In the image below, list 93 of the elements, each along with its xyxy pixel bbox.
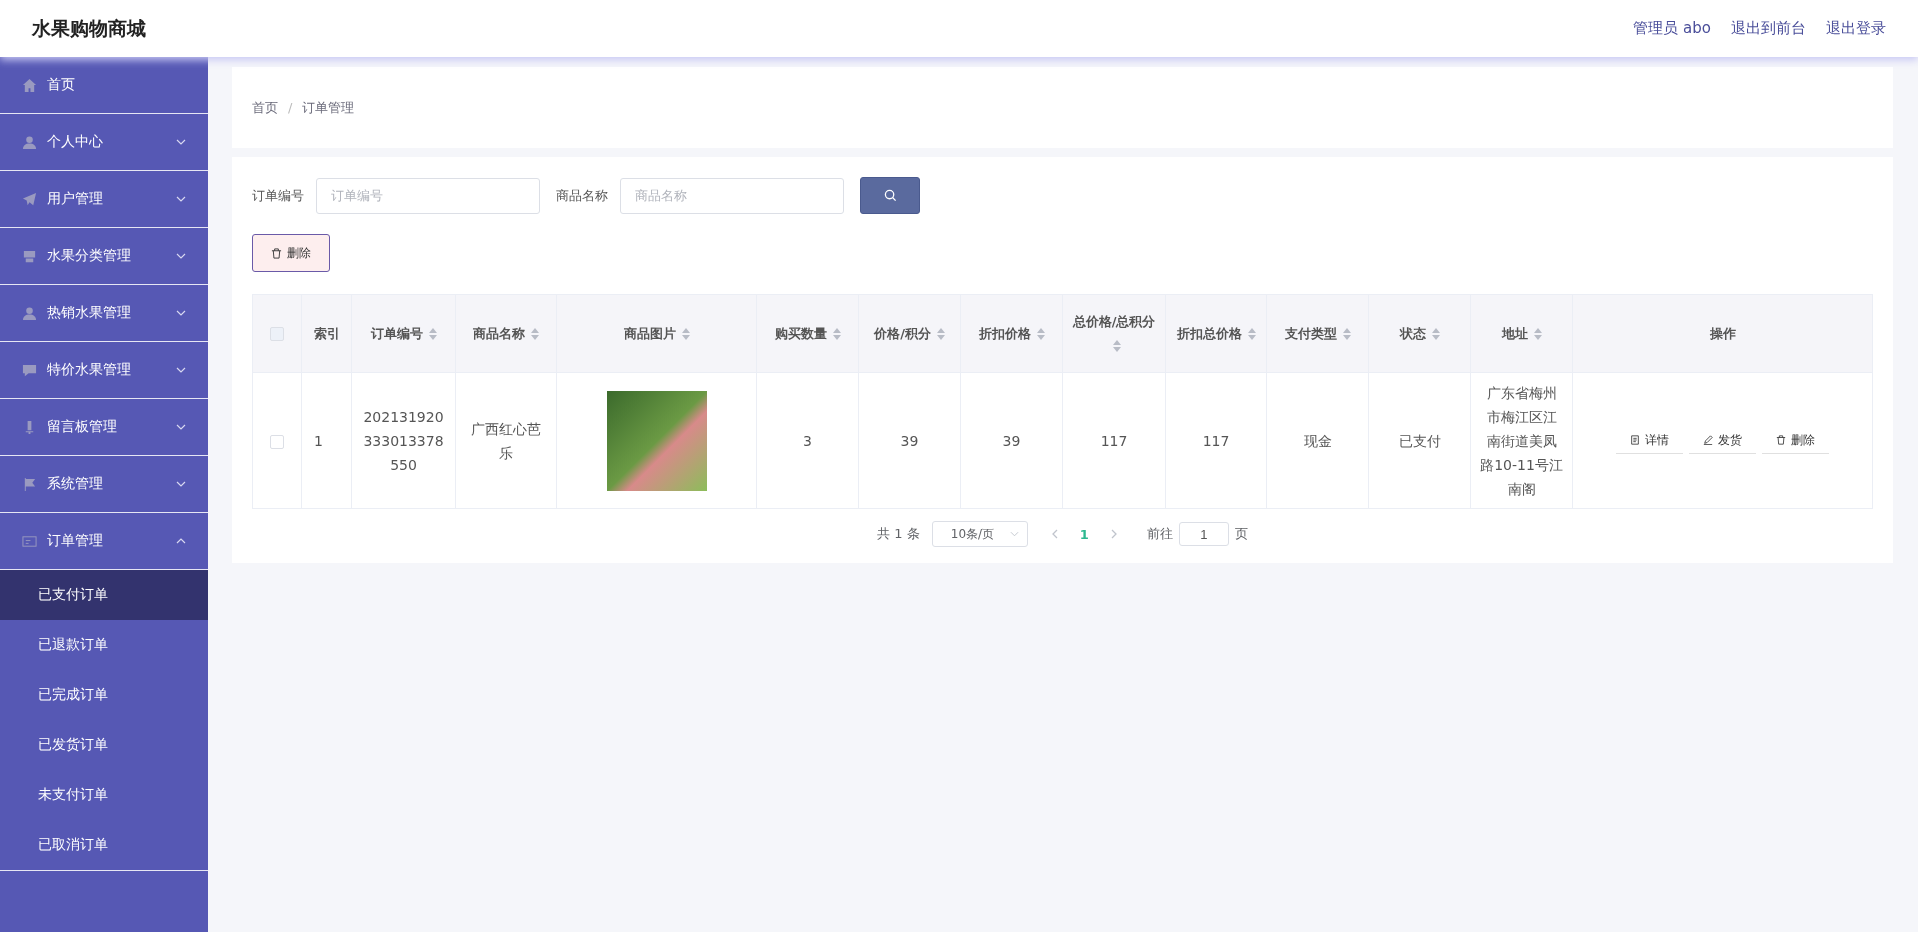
sort-icon[interactable] [1342,328,1351,340]
trash-icon [1776,435,1786,445]
store-icon [22,248,37,264]
column-header: 订单编号 [351,294,456,373]
search-button[interactable] [860,177,920,214]
page-size-select[interactable]: 10条/页 [931,521,1028,547]
column-header: 总价格/总积分 [1062,294,1166,373]
table-cell-text: 已支付 [1398,431,1441,451]
sort-icon[interactable] [428,328,437,340]
site-title: 水果购物商城 [32,15,146,41]
column-header: 商品名称 [455,294,557,373]
table-cell-text: 3 [803,431,812,451]
total-count: 共 1 条 [877,525,920,543]
flag-icon [22,476,37,492]
column-header: 状态 [1368,294,1471,373]
sidebar-subitem[interactable]: 已完成订单 [0,670,208,720]
table-cell-text: 202131920333013378550 [362,407,445,475]
sidebar-item[interactable]: 用户管理 [0,171,208,228]
sidebar-item[interactable]: 特价水果管理 [0,342,208,399]
pencil-icon [1703,435,1713,445]
table-cell-text: 117 [1100,431,1128,451]
sidebar-subitem[interactable]: 已发货订单 [0,720,208,770]
table-cell-text: 1 [314,431,323,451]
sidebar-subitem[interactable]: 未支付订单 [0,770,208,820]
chevron-icon [176,139,186,145]
sort-icon[interactable] [681,328,690,340]
sidebar-subitem[interactable]: 已取消订单 [0,820,208,871]
page-input[interactable]: 1 [1178,522,1229,546]
sort-icon[interactable] [1113,340,1121,352]
table-cell-text: 广西红心芭乐 [470,419,542,463]
breadcrumb-item[interactable]: 首页 [252,98,278,117]
header-link[interactable]: 退出到前台 [1731,19,1806,38]
sidebar-item[interactable]: 系统管理 [0,456,208,513]
sort-icon[interactable] [936,328,945,340]
column-header: 支付类型 [1266,294,1369,373]
search-field[interactable]: 商品名称 [620,177,844,214]
card-icon [22,533,37,549]
row-checkbox[interactable] [270,434,284,449]
table-cell-text: 39 [1002,431,1021,451]
column-header: 地址 [1470,294,1573,373]
sort-icon[interactable] [1247,328,1256,340]
chevron-icon [176,253,186,259]
sidebar-item[interactable]: 水果分类管理 [0,228,208,285]
home-icon [22,77,37,93]
sidebar-item[interactable]: 个人中心 [0,114,208,171]
chevron-icon [176,538,186,544]
search-icon [883,189,897,202]
chat-icon [22,362,37,378]
field-label: 订单编号 [252,186,304,205]
sort-icon[interactable] [1036,328,1045,340]
field-label: 商品名称 [556,186,608,205]
person-icon [22,305,37,321]
previous-page-icon[interactable] [1051,529,1058,539]
sidebar-subitem[interactable]: 已支付订单 [0,570,208,620]
chevron-icon [176,481,186,487]
column-header: 折扣总价格 [1165,294,1267,373]
page-suffix: 页 [1234,525,1248,543]
table-cell-text: 广东省梅州市梅江区江南街道美凤路10-11号江南阁 [1480,383,1563,499]
chevron-icon [176,367,186,373]
table-cell-text: 现金 [1303,431,1332,451]
column-header: 索引 [301,294,352,373]
sort-icon[interactable] [1431,328,1440,340]
sort-icon[interactable] [832,328,841,340]
delete-button[interactable]: 删除 [252,234,330,272]
paper-plane-icon [22,191,37,207]
select-all-checkbox[interactable] [270,327,284,341]
sort-icon[interactable] [1533,328,1542,340]
goto-label: 前往 [1146,525,1173,543]
sidebar-item[interactable]: 首页 [0,57,208,114]
chevron-icon [176,424,186,430]
sort-icon[interactable] [531,328,539,340]
header-link[interactable]: 退出登录 [1826,19,1886,38]
table-cell-text: 39 [900,431,919,451]
chevron-icon [176,196,186,202]
search-field[interactable]: 订单编号 [316,177,540,214]
person-icon [22,134,37,150]
breadcrumb-item: 订单管理 [302,98,355,117]
breadcrumb-separator: / [288,100,293,115]
chevron-icon [1009,531,1019,537]
next-page-icon[interactable] [1110,529,1117,539]
sidebar-item[interactable]: 热销水果管理 [0,285,208,342]
chevron-icon [176,310,186,316]
column-header: 价格/积分 [858,294,961,373]
sidebar-item[interactable]: 留言板管理 [0,399,208,456]
column-header: 折扣价格 [960,294,1063,373]
column-header: 购买数量 [756,294,859,373]
sidebar-subitem[interactable]: 已退款订单 [0,620,208,670]
table-cell-text: 117 [1202,431,1230,451]
document-icon [1630,435,1640,445]
column-header: 商品图片 [556,294,757,373]
header-link[interactable]: 管理员 abo [1633,19,1711,38]
column-header: 操作 [1572,294,1873,373]
trash-icon [271,247,282,259]
